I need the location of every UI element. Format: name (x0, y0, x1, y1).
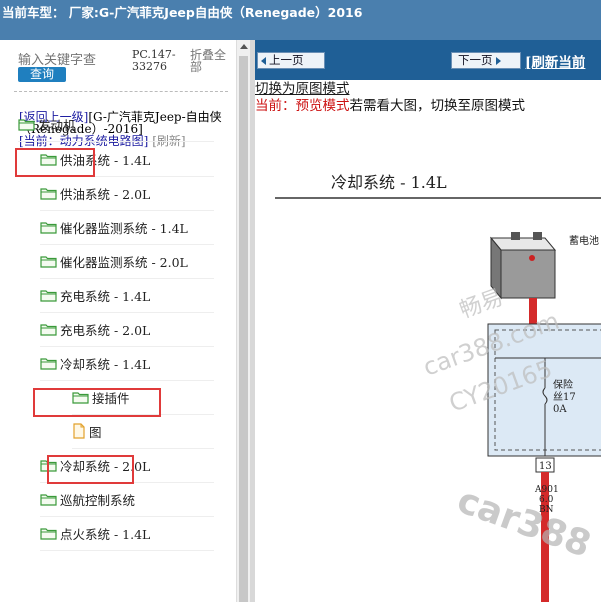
tree-item[interactable]: 充电系统 - 1.4L (40, 278, 214, 313)
tree-item[interactable]: 供油系统 - 2.0L (40, 176, 214, 211)
top-title-bar: 当前车型： 厂家:G-广汽菲克Jeep自由侠（Renegade）2016 (0, 0, 601, 40)
fuse-label-1: 保险 (553, 378, 573, 391)
folder-icon (40, 288, 60, 302)
mode-prefix: 当前： (255, 98, 296, 114)
tree-item[interactable]: 催化器监测系统 - 1.4L (40, 210, 214, 245)
folder-icon (40, 186, 60, 200)
prev-page-label: 上一页 (269, 53, 304, 67)
tree-item[interactable]: 冷却系统 - 1.4L (40, 346, 214, 381)
highlight-box (47, 455, 134, 484)
tree-item-label: 图 (89, 424, 102, 440)
next-page-label: 下一页 (458, 53, 493, 67)
tree-item[interactable]: 点火系统 - 1.4L (40, 516, 214, 551)
search-input[interactable] (18, 53, 128, 67)
tree-item-label: 点火系统 - 1.4L (60, 526, 151, 542)
mode-hint: 若需看大图，切换至原图模式 (349, 98, 526, 114)
left-scrollbar[interactable] (236, 40, 251, 602)
wire-gauge: 6.0 (539, 495, 554, 505)
watermark-text-4: car388 (452, 480, 596, 566)
divider (14, 91, 228, 92)
arrow-right-icon (495, 56, 501, 65)
tree-item-label: 巡航控制系统 (60, 492, 136, 508)
fuse-label-2: 丝17 (553, 391, 576, 403)
tree-item-label: 催化器监测系统 - 1.4L (60, 220, 188, 236)
next-page-button[interactable]: 下一页 (451, 52, 521, 69)
folder-icon (40, 356, 60, 370)
tree-item[interactable]: 巡航控制系统 (40, 482, 214, 517)
folder-icon (18, 117, 38, 131)
tree-item-label: 充电系统 - 1.4L (60, 288, 151, 304)
folder-icon (40, 254, 60, 268)
highlight-box (33, 388, 161, 417)
refresh-current-link[interactable]: [刷新当前 (525, 51, 585, 71)
viewer-toolbar: 上一页 下一页 [刷新当前 (255, 40, 601, 80)
folder-icon (40, 220, 60, 234)
left-nav-pane: 查询 PC.147-33276 折叠全部 [返回上一级][G-广汽菲克Jeep-… (0, 40, 236, 602)
tree-item[interactable]: 发动机 (18, 107, 214, 142)
search-button[interactable]: 查询 (18, 67, 66, 82)
current-vehicle-title: 当前车型： 厂家:G-广汽菲克Jeep自由侠（Renegade）2016 (2, 5, 363, 20)
wiring-diagram[interactable]: 冷却系统 - 1.4L 蓄电池 保险 丝17 0A 13 A901 6.0 BN… (255, 158, 601, 602)
highlight-box (15, 148, 95, 177)
battery-icon (489, 232, 557, 300)
watermark-text-1: 畅易 (457, 285, 507, 324)
folder-icon (40, 492, 60, 506)
tree-item-label: 充电系统 - 2.0L (60, 322, 151, 338)
folder-icon (40, 322, 60, 336)
tree-item-label: 发动机 (38, 117, 76, 133)
scroll-thumb[interactable] (239, 56, 248, 602)
diagram-title: 冷却系统 - 1.4L (331, 173, 447, 192)
tree-item[interactable]: 催化器监测系统 - 2.0L (40, 244, 214, 279)
prev-page-button[interactable]: 上一页 (257, 52, 325, 69)
wire-code: A901 (534, 485, 559, 495)
collapse-all-link[interactable]: 折叠全部 (190, 49, 234, 73)
tree-item[interactable]: 充电系统 - 2.0L (40, 312, 214, 347)
tree-item-label: 催化器监测系统 - 2.0L (60, 254, 188, 270)
scroll-up-arrow-icon[interactable] (240, 44, 248, 49)
fuse-rating: 0A (553, 404, 567, 415)
file-icon (72, 423, 89, 439)
content-pane: 上一页 下一页 [刷新当前 切换为原图模式 当前：预览模式若需看大图，切换至原图… (255, 40, 601, 602)
mode-status: 当前：预览模式若需看大图，切换至原图模式 (255, 94, 525, 114)
folder-icon (40, 526, 60, 540)
connector-pin-number: 13 (539, 461, 552, 472)
tree-item[interactable]: 图 (72, 414, 214, 449)
tree-item-label: 供油系统 - 2.0L (60, 186, 151, 202)
pc-code-label: PC.147-33276 (132, 48, 176, 73)
mode-name: 预览模式 (295, 98, 350, 114)
arrow-left-icon (261, 56, 266, 65)
battery-label: 蓄电池 (569, 234, 599, 247)
tree-item-label: 冷却系统 - 1.4L (60, 356, 151, 372)
